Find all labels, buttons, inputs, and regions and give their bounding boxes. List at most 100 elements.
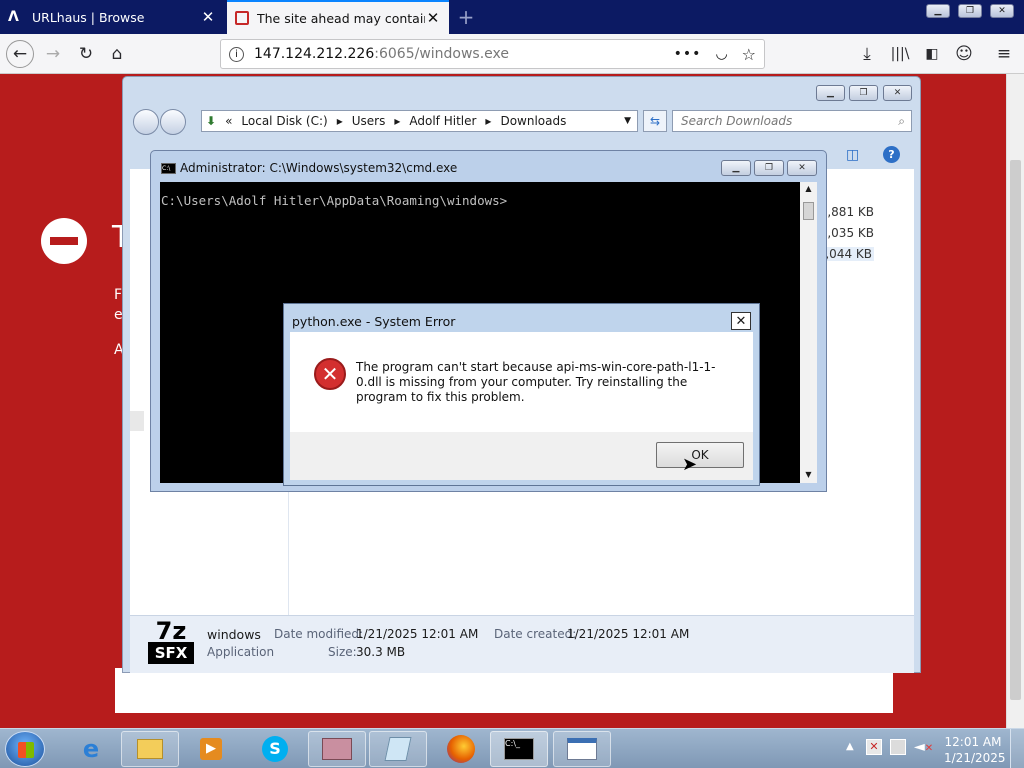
url-path: :6065/windows.exe xyxy=(374,46,510,62)
cmd-scrollbar-thumb[interactable] xyxy=(803,202,814,220)
date-modified-value: 1/21/2025 12:01 AM xyxy=(356,627,479,641)
show-desktop-button[interactable] xyxy=(1010,729,1024,768)
urlhaus-logo-icon: Λ xyxy=(8,9,19,25)
preview-pane-icon[interactable]: ◫ xyxy=(846,147,859,163)
internet-explorer-icon[interactable]: e xyxy=(62,731,120,767)
sidebar-icon[interactable]: ◧ xyxy=(918,40,946,68)
new-tab-button[interactable]: + xyxy=(454,0,478,34)
firefox-icon[interactable] xyxy=(432,731,490,767)
explorer-minimize-button[interactable]: ▁ xyxy=(816,85,845,101)
taskbar: e ▶ S C:\_ ▲ ✕ ◄✕ 12:01 AM 1/21/2025 xyxy=(0,728,1024,768)
cmd-close-button[interactable]: ✕ xyxy=(787,160,817,176)
download-icon[interactable]: ⤓ xyxy=(853,40,881,68)
warning-text-line: F xyxy=(114,287,123,303)
explorer-address-bar[interactable]: ⬇ « Local Disk (C:) ▸ Users ▸ Adolf Hitler… xyxy=(201,110,638,132)
menu-icon[interactable]: ≡ xyxy=(990,40,1018,68)
maximize-button[interactable]: ❐ xyxy=(958,4,982,18)
mouse-cursor-icon: ➤ xyxy=(682,454,698,475)
file-size: 2,881 KB xyxy=(819,205,874,219)
notepad-icon[interactable] xyxy=(369,731,427,767)
forward-button[interactable]: → xyxy=(39,40,67,68)
error-message: The program can't start because api-ms-w… xyxy=(356,360,716,404)
error-body: ✕ The program can't start because api-ms… xyxy=(290,332,753,432)
sfx-logo-text: SFX xyxy=(148,642,194,664)
show-hidden-icons[interactable]: ▲ xyxy=(846,741,854,752)
breadcrumb-item[interactable]: Users xyxy=(352,114,386,128)
warning-page-icon xyxy=(235,11,249,25)
explorer-search-input[interactable]: Search Downloads ⌕ xyxy=(672,110,912,132)
account-icon[interactable]: ☺ xyxy=(950,40,978,68)
help-icon[interactable]: ? xyxy=(883,146,900,163)
file-type: Application xyxy=(207,645,275,659)
tab-label: URLhaus | Browse xyxy=(32,9,145,25)
url-bar[interactable]: i 147.124.212.226:6065/windows.exe ••• ◡… xyxy=(220,39,765,69)
photos-icon[interactable] xyxy=(308,731,366,767)
ok-button[interactable]: OK xyxy=(656,442,744,468)
date-created-value: 1/21/2025 12:01 AM xyxy=(567,627,690,641)
cmd-scrollbar[interactable]: ▲ ▼ xyxy=(800,182,817,483)
size-value: 30.3 MB xyxy=(356,645,406,659)
error-footer: OK ➤ xyxy=(290,432,753,480)
minimize-button[interactable]: ▁ xyxy=(926,4,950,18)
explorer-close-button[interactable]: ✕ xyxy=(883,85,912,101)
action-center-icon[interactable]: ✕ xyxy=(866,739,882,755)
tab-warning-site[interactable]: The site ahead may contain ha ✕ xyxy=(227,0,449,34)
back-button[interactable]: ← xyxy=(6,40,34,68)
refresh-icon[interactable]: ⇆ xyxy=(643,110,667,132)
explorer-maximize-button[interactable]: ❐ xyxy=(849,85,878,101)
cmd-prompt: C:\Users\Adolf Hitler\AppData\Roaming\wi… xyxy=(161,193,508,208)
tab-urlhaus[interactable]: Λ URLhaus | Browse ✕ xyxy=(0,0,224,34)
search-icon[interactable]: ⌕ xyxy=(898,114,905,129)
file-name: windows xyxy=(207,627,261,642)
info-icon[interactable]: i xyxy=(229,46,244,62)
start-button[interactable] xyxy=(5,731,45,767)
volume-muted-icon[interactable]: ◄✕ xyxy=(914,739,933,755)
nav-pane-scroll[interactable] xyxy=(130,411,144,431)
breadcrumb-overflow-icon[interactable]: « xyxy=(225,114,232,128)
file-explorer-icon[interactable] xyxy=(121,731,179,767)
url-host: 147.124.212.226 xyxy=(254,46,375,62)
navigation-bar: ← → ↻ ⌂ i 147.124.212.226:6065/windows.e… xyxy=(0,34,1024,74)
cmd-minimize-button[interactable]: ▁ xyxy=(721,160,751,176)
explorer-back-button[interactable] xyxy=(133,109,159,135)
7z-logo-text: 7z xyxy=(155,617,187,645)
close-tab-icon[interactable]: ✕ xyxy=(200,8,216,26)
clock-date: 1/21/2025 xyxy=(944,751,1006,765)
date-modified-label: Date modified: xyxy=(274,627,364,641)
pocket-icon[interactable]: ◡ xyxy=(715,46,727,62)
network-icon[interactable] xyxy=(890,739,906,755)
windows-logo-icon xyxy=(18,742,34,758)
error-icon: ✕ xyxy=(314,358,346,390)
library-icon[interactable]: |||\ xyxy=(886,40,914,68)
scroll-up-icon[interactable]: ▲ xyxy=(800,184,817,193)
breadcrumb-item[interactable]: Downloads xyxy=(500,114,566,128)
tab-label: The site ahead may contain ha xyxy=(257,10,425,26)
scroll-down-icon[interactable]: ▼ xyxy=(800,470,817,479)
reload-button[interactable]: ↻ xyxy=(72,40,100,68)
size-label: Size: xyxy=(328,645,357,659)
7z-sfx-icon: 7z SFX xyxy=(148,617,194,666)
cmd-maximize-button[interactable]: ❐ xyxy=(754,160,784,176)
system-error-dialog: python.exe - System Error ✕ ✕ The progra… xyxy=(283,303,760,486)
scrollbar-thumb[interactable] xyxy=(1010,160,1021,700)
breadcrumb-item[interactable]: Local Disk (C:) xyxy=(241,114,327,128)
address-dropdown-icon[interactable]: ▼ xyxy=(624,116,631,126)
home-button[interactable]: ⌂ xyxy=(103,40,131,68)
media-player-icon[interactable]: ▶ xyxy=(182,731,240,767)
skype-icon[interactable]: S xyxy=(246,731,304,767)
browser-tab-bar: Λ URLhaus | Browse ✕ The site ahead may … xyxy=(0,0,1024,34)
cmd-taskbar-icon[interactable]: C:\_ xyxy=(490,731,548,767)
window-taskbar-icon[interactable] xyxy=(553,731,611,767)
page-actions-icon[interactable]: ••• xyxy=(674,46,702,62)
breadcrumb-item[interactable]: Adolf Hitler xyxy=(409,114,476,128)
page-scrollbar[interactable] xyxy=(1006,74,1024,728)
close-tab-icon[interactable]: ✕ xyxy=(425,9,441,27)
explorer-forward-button[interactable] xyxy=(160,109,186,135)
clock-time: 12:01 AM xyxy=(944,735,1002,749)
date-created-label: Date created: xyxy=(494,627,577,641)
bookmark-star-icon[interactable]: ☆ xyxy=(742,45,756,64)
search-placeholder: Search Downloads xyxy=(681,114,793,128)
error-close-button[interactable]: ✕ xyxy=(731,312,751,330)
close-window-button[interactable]: ✕ xyxy=(990,4,1014,18)
taskbar-clock[interactable]: 12:01 AM 1/21/2025 xyxy=(944,734,1006,766)
